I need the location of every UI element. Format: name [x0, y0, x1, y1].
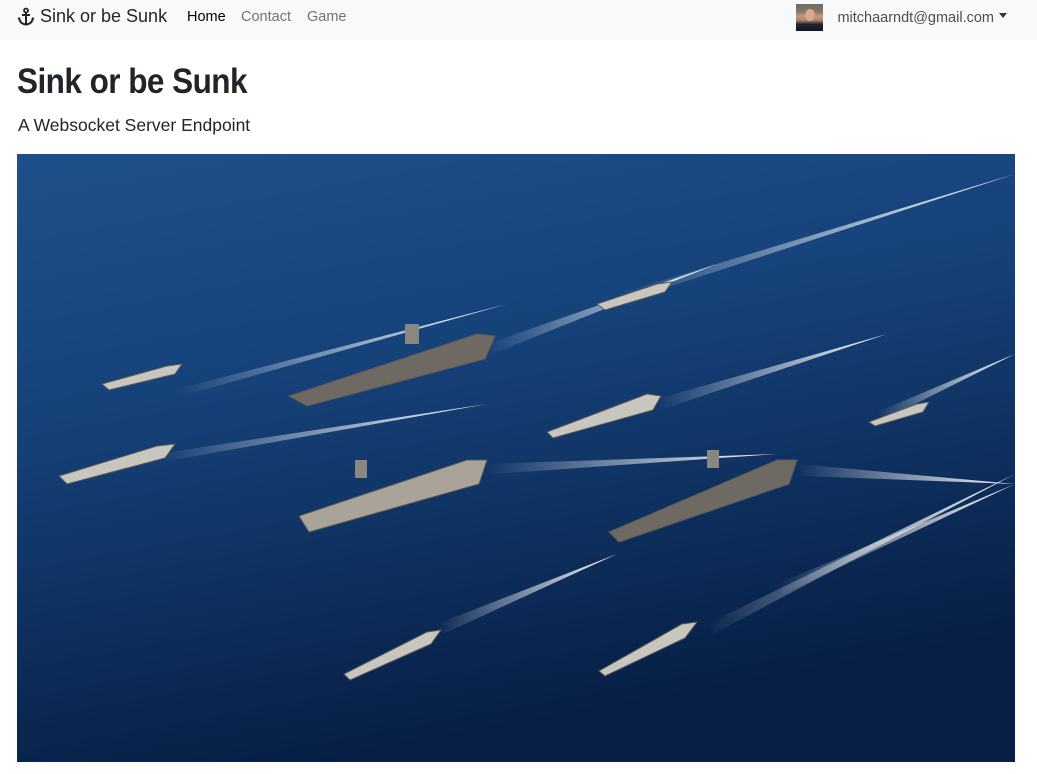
naval-fleet-photo	[17, 154, 1015, 762]
user-email: mitchaarndt@gmail.com	[837, 9, 994, 26]
avatar	[796, 4, 824, 31]
brand-label: Sink or be Sunk	[40, 6, 168, 26]
navbar: Sink or be Sunk Home Contact Game mitcha…	[0, 0, 1037, 40]
nav-link-game[interactable]: Game	[307, 9, 347, 25]
page-title: Sink or be Sunk	[17, 62, 247, 101]
page-subtitle: A Websocket Server Endpoint	[18, 115, 251, 135]
nav-link-contact[interactable]: Contact	[241, 9, 291, 25]
caret-down-icon	[999, 13, 1007, 18]
nav-link-home[interactable]: Home	[187, 9, 226, 25]
hero-image	[17, 154, 1015, 762]
navbar-brand[interactable]: Sink or be Sunk	[16, 6, 167, 27]
user-dropdown[interactable]: mitchaarndt@gmail.com	[796, 4, 1007, 31]
anchor-icon	[16, 7, 36, 27]
